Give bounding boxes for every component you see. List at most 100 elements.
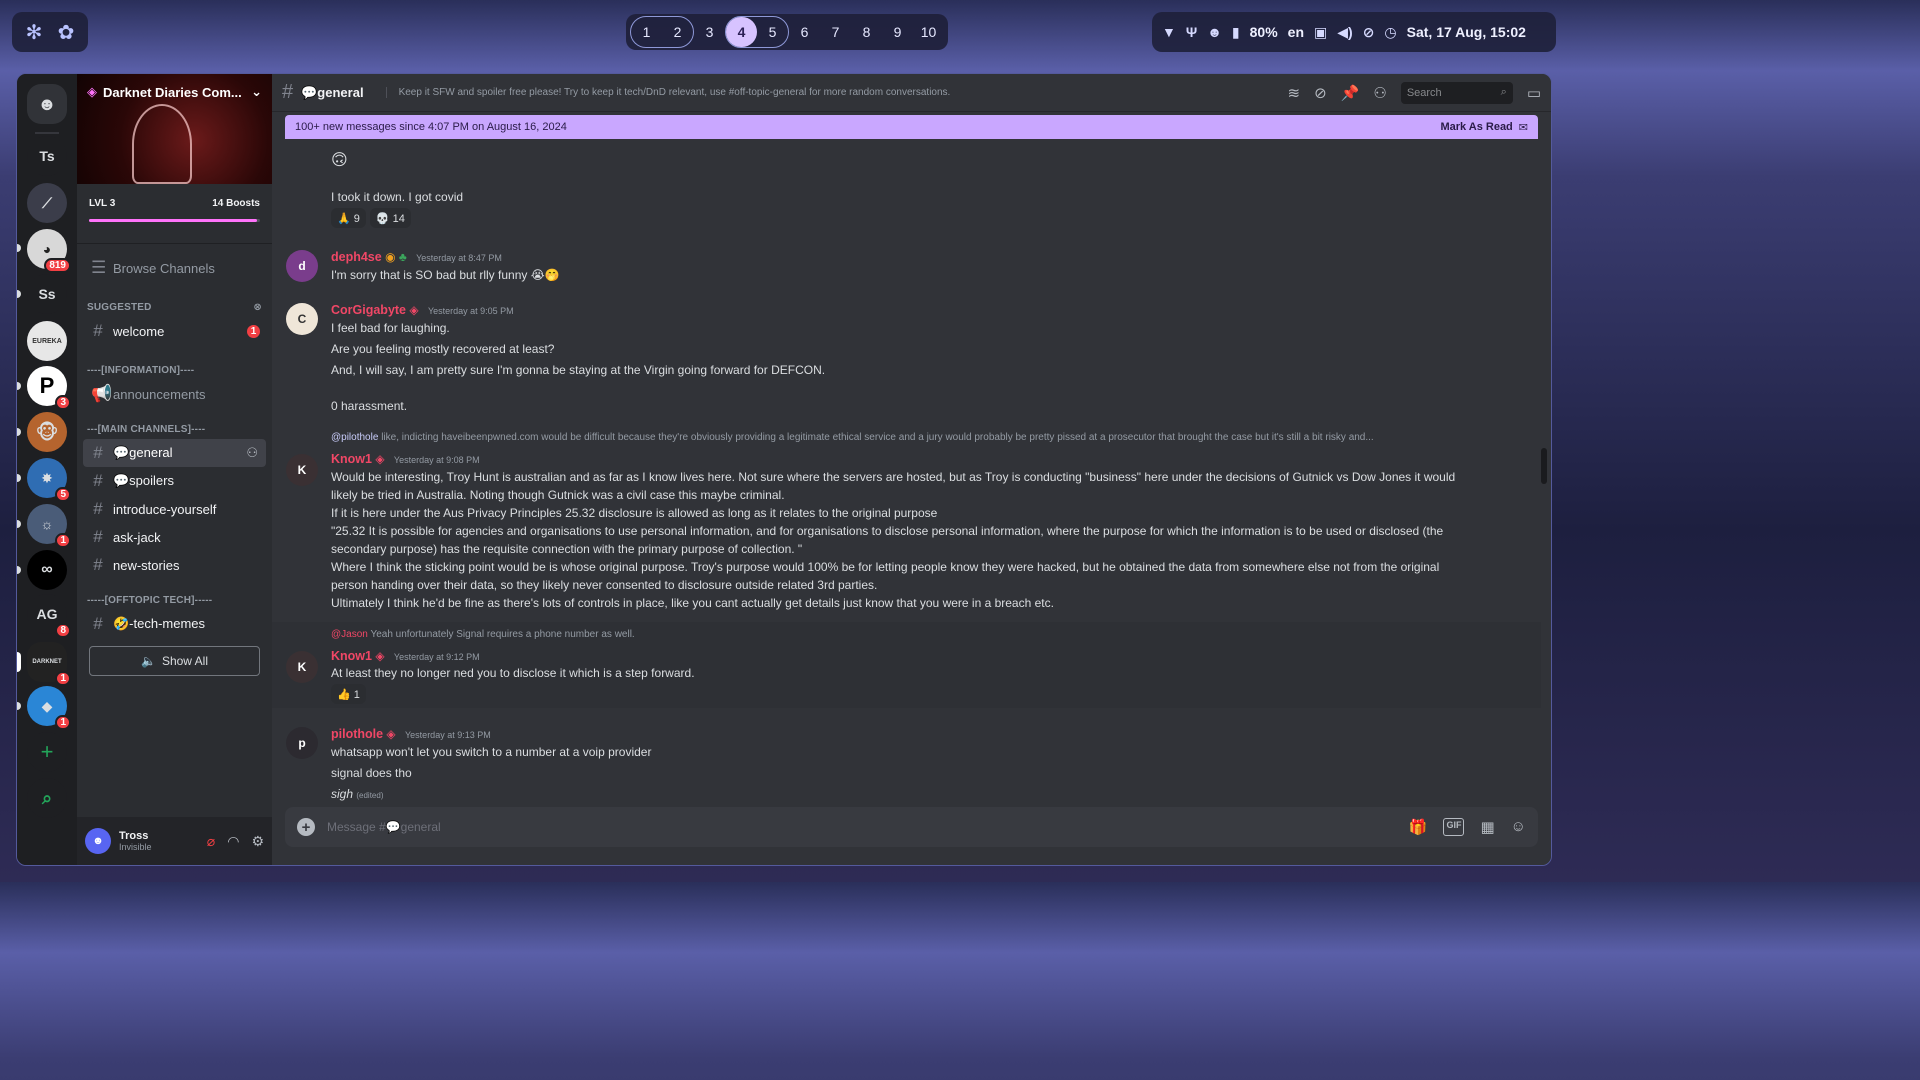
server-ts[interactable]: Ts	[27, 136, 67, 176]
workspace-10[interactable]: 10	[913, 17, 944, 47]
settings-gear-icon[interactable]: ⚙	[251, 833, 264, 850]
mark-read-icon: ✉	[1518, 121, 1528, 134]
workspace-4[interactable]: 4	[726, 17, 757, 47]
search-input[interactable]: Search ⌕	[1400, 81, 1513, 104]
server-banner[interactable]: ◈ Darknet Diaries Com... ⌄	[77, 74, 272, 184]
channel-label: announcements	[113, 386, 206, 402]
reaction-skull[interactable]: 💀 14	[369, 208, 411, 228]
mic-muted-icon[interactable]: ⊘	[1363, 24, 1375, 41]
threads-icon[interactable]: ≋	[1288, 84, 1301, 102]
server-bluesky-icon[interactable]: ◆ 1	[27, 686, 71, 730]
wifi-icon[interactable]: ▼	[1162, 24, 1176, 40]
clock-datetime[interactable]: Sat, 17 Aug, 15:02	[1407, 24, 1526, 40]
keyboard-layout[interactable]: en	[1288, 24, 1304, 40]
close-icon[interactable]: ⊗	[253, 302, 262, 313]
username[interactable]: Know1	[331, 452, 372, 466]
server-network-icon[interactable]: ✸ 5	[27, 458, 71, 502]
reaction-thumbs-up[interactable]: 👍 1	[331, 684, 366, 704]
message-continuation[interactable]: 🙃 I took it down. I got covid 🙏 9 💀 14	[272, 152, 1531, 230]
channel-welcome[interactable]: # welcome 1	[83, 317, 266, 345]
discover-icon[interactable]: ⌕	[27, 778, 67, 818]
workspace-5[interactable]: 5	[757, 17, 788, 47]
pin-icon[interactable]: 📌	[1341, 84, 1360, 102]
server-infinity-icon[interactable]: ∞	[27, 550, 67, 590]
channel-general[interactable]: # 💬general ⚇	[83, 439, 266, 467]
chat-icon[interactable]: ▣	[1314, 24, 1327, 41]
avatar[interactable]: C	[286, 303, 318, 335]
channel-tech-memes[interactable]: # 🤣-tech-memes	[83, 610, 266, 638]
channel-introduce-yourself[interactable]: # introduce-yourself	[83, 495, 266, 523]
message-deph4se[interactable]: d deph4se ◉ ♣ Yesterday at 8:47 PM I'm s…	[272, 248, 1531, 288]
workspace-3[interactable]: 3	[694, 17, 725, 47]
username[interactable]: pilothole	[331, 727, 383, 741]
headphones-icon[interactable]: ◠	[227, 833, 239, 850]
mic-muted-icon[interactable]: ⌀	[207, 833, 215, 850]
sticker-icon[interactable]: ▦	[1480, 818, 1494, 836]
notification-muted-icon[interactable]: ⊘	[1314, 84, 1327, 102]
gear-snowflake-icon[interactable]: ✻	[20, 18, 48, 46]
avatar[interactable]: K	[286, 651, 318, 683]
username[interactable]: Know1	[331, 649, 372, 663]
server-ag[interactable]: AG 8	[27, 594, 71, 638]
openai-icon[interactable]: ✿	[52, 18, 80, 46]
reply-preview[interactable]: @pilothole like, indicting haveibeenpwne…	[331, 432, 1374, 443]
reaction-pray[interactable]: 🙏 9	[331, 208, 366, 228]
workspace-6[interactable]: 6	[789, 17, 820, 47]
server-ss[interactable]: Ss	[27, 274, 67, 314]
user-avatar[interactable]: ☻	[85, 828, 111, 854]
workspace-9[interactable]: 9	[882, 17, 913, 47]
category-information[interactable]: ----[INFORMATION]----	[83, 355, 266, 380]
mark-as-read-button[interactable]: Mark As Read	[1440, 121, 1512, 133]
discord-home-icon[interactable]: ☻	[27, 84, 67, 124]
inbox-icon[interactable]: ▭	[1527, 84, 1541, 102]
members-icon[interactable]: ⚇	[1373, 84, 1386, 102]
workspace-2[interactable]: 2	[662, 17, 693, 47]
boost-progress[interactable]: LVL 3 14 Boosts	[77, 184, 272, 244]
message-pilothole[interactable]: p pilothole ◈ Yesterday at 9:13 PM whats…	[272, 725, 1531, 805]
user-info[interactable]: Tross Invisible	[119, 830, 152, 852]
username[interactable]: deph4se	[331, 250, 382, 264]
server-frontier-icon[interactable]: ⟋	[27, 183, 67, 223]
avatar[interactable]: d	[286, 250, 318, 282]
message-know1-reply[interactable]: @pilothole like, indicting haveibeenpwne…	[272, 432, 1531, 612]
channel-new-stories[interactable]: # new-stories	[83, 551, 266, 579]
add-server-button[interactable]: +	[27, 732, 67, 772]
gift-icon[interactable]: 🎁	[1409, 818, 1428, 836]
message-composer[interactable]: + Message #💬general 🎁 GIF ▦ ☺	[285, 807, 1538, 847]
server-p-icon[interactable]: P3	[27, 366, 71, 410]
workspace-7[interactable]: 7	[820, 17, 851, 47]
new-messages-bar[interactable]: 100+ new messages since 4:07 PM on Augus…	[285, 115, 1538, 139]
server-eureka-icon[interactable]: EUREKA	[27, 321, 67, 361]
dice-role-icon: ◈	[386, 727, 396, 741]
usb-icon[interactable]: Ψ	[1186, 24, 1197, 40]
server-mascot-icon[interactable]: ◕ 819	[27, 229, 71, 273]
channel-announcements[interactable]: 📢 announcements	[83, 380, 266, 408]
add-member-icon[interactable]: ⚇	[246, 445, 258, 461]
message-corgigabyte[interactable]: C CorGigabyte ◈ Yesterday at 9:05 PM I f…	[272, 301, 1531, 413]
emoji-icon[interactable]: ☺	[1511, 818, 1526, 836]
server-monkey-icon[interactable]: 🐵	[27, 412, 67, 452]
avatar[interactable]: K	[286, 454, 318, 486]
browse-channels[interactable]: ☰ Browse Channels	[83, 254, 266, 282]
server-header[interactable]: ◈ Darknet Diaries Com... ⌄	[87, 84, 262, 100]
workspace-8[interactable]: 8	[851, 17, 882, 47]
username[interactable]: CorGigabyte	[331, 303, 406, 317]
channel-spoilers[interactable]: # 💬spoilers	[83, 467, 266, 495]
message-input[interactable]: Message #💬general	[327, 820, 441, 834]
category-main-channels[interactable]: ---[MAIN CHANNELS]----	[83, 414, 266, 439]
message-know1-signal[interactable]: @Jason Yeah unfortunately Signal require…	[272, 629, 1531, 705]
reply-preview[interactable]: @Jason Yeah unfortunately Signal require…	[331, 629, 635, 640]
channel-ask-jack[interactable]: # ask-jack	[83, 523, 266, 551]
discord-tray-icon[interactable]: ☻	[1207, 24, 1222, 40]
scrollbar-thumb[interactable]	[1541, 448, 1547, 484]
workspace-1[interactable]: 1	[631, 17, 662, 47]
channel-topic[interactable]: Keep it SFW and spoiler free please! Try…	[385, 87, 1246, 98]
server-bulb-icon[interactable]: ☼ 1	[27, 504, 71, 548]
server-darknet-diaries-icon[interactable]: DARKNET 1	[27, 642, 71, 686]
avatar[interactable]: p	[286, 727, 318, 759]
category-offtopic-tech[interactable]: -----[OFFTOPIC TECH]-----	[83, 585, 266, 610]
volume-icon[interactable]: ◀)	[1337, 24, 1352, 41]
attach-plus-icon[interactable]: +	[297, 818, 315, 836]
show-all-button[interactable]: 🔈 Show All	[89, 646, 260, 676]
gif-icon[interactable]: GIF	[1443, 818, 1465, 836]
